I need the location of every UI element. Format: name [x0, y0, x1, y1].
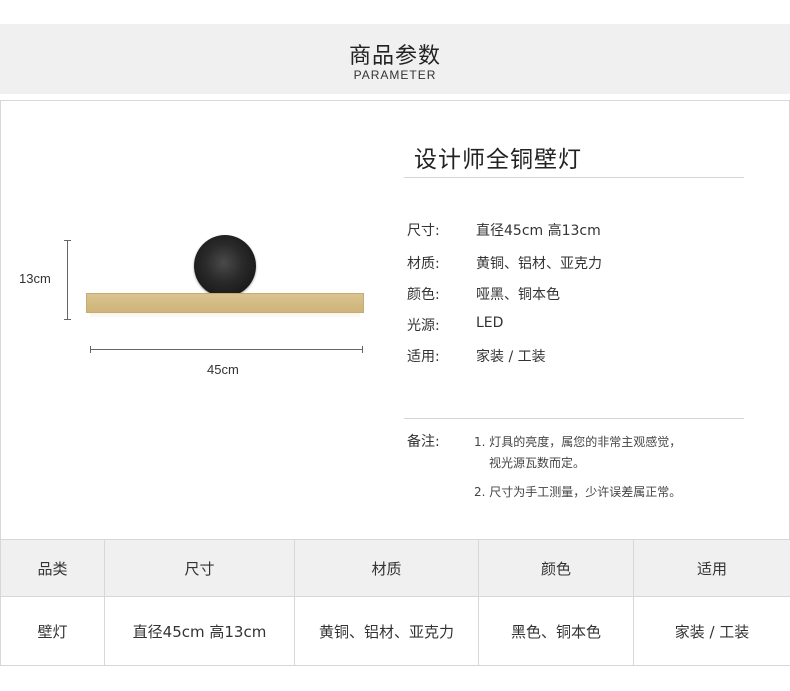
table-cell: 黑色、铜本色 [478, 596, 634, 666]
note-line: 1. 灯具的亮度，属您的非常主观感觉， [474, 435, 682, 449]
product-frame [0, 100, 790, 539]
table-cell: 壁灯 [0, 596, 105, 666]
product-title: 设计师全铜壁灯 [414, 147, 582, 173]
width-dimension-tick [90, 346, 91, 353]
section-title: 商品参数 [348, 44, 441, 69]
width-dimension-tick [362, 346, 363, 353]
lamp-disc [194, 235, 256, 297]
spec-table: 品类 尺寸 材质 颜色 适用 壁灯 直径45cm 高13cm 黄铜、铝材、亚克力… [0, 539, 790, 666]
height-dimension-line [67, 240, 68, 320]
spec-value: 哑黑、铜本色 [476, 287, 560, 303]
spec-value: 黄铜、铝材、亚克力 [476, 256, 602, 272]
table-cell: 直径45cm 高13cm [104, 596, 295, 666]
table-header-row: 品类 尺寸 材质 颜色 适用 [0, 539, 790, 597]
spec-label: 材质: [407, 256, 440, 272]
width-dimension-line [90, 349, 363, 350]
note-line: 视光源瓦数而定。 [489, 456, 586, 470]
lamp-light-strip [90, 313, 360, 319]
height-dimension-tick [64, 240, 71, 241]
table-header-cell: 尺寸 [104, 539, 295, 597]
spec-value: LED [476, 315, 504, 331]
table-row: 壁灯 直径45cm 高13cm 黄铜、铝材、亚克力 黑色、铜本色 家装 / 工装 [0, 596, 790, 666]
table-header-cell: 材质 [294, 539, 479, 597]
table-cell: 家装 / 工装 [633, 596, 790, 666]
height-label: 13cm [19, 271, 51, 286]
spec-label: 适用: [407, 349, 440, 365]
notes-label: 备注: [407, 434, 440, 450]
notes-divider [404, 418, 744, 419]
spec-label: 光源: [407, 318, 440, 334]
table-header-cell: 颜色 [478, 539, 634, 597]
spec-value: 家装 / 工装 [476, 349, 546, 365]
spec-label: 尺寸: [407, 223, 440, 239]
height-dimension-tick [64, 319, 71, 320]
title-divider [404, 177, 744, 178]
note-line: 2. 尺寸为手工测量，少许误差属正常。 [474, 485, 682, 499]
section-subtitle: PARAMETER [353, 68, 437, 82]
spec-value: 直径45cm 高13cm [476, 223, 601, 239]
spec-label: 颜色: [407, 287, 440, 303]
table-cell: 黄铜、铝材、亚克力 [294, 596, 479, 666]
section-header: 商品参数 PARAMETER [0, 24, 790, 94]
width-label: 45cm [207, 362, 239, 377]
table-header-cell: 适用 [633, 539, 790, 597]
lamp-bar [86, 293, 364, 313]
table-header-cell: 品类 [0, 539, 105, 597]
